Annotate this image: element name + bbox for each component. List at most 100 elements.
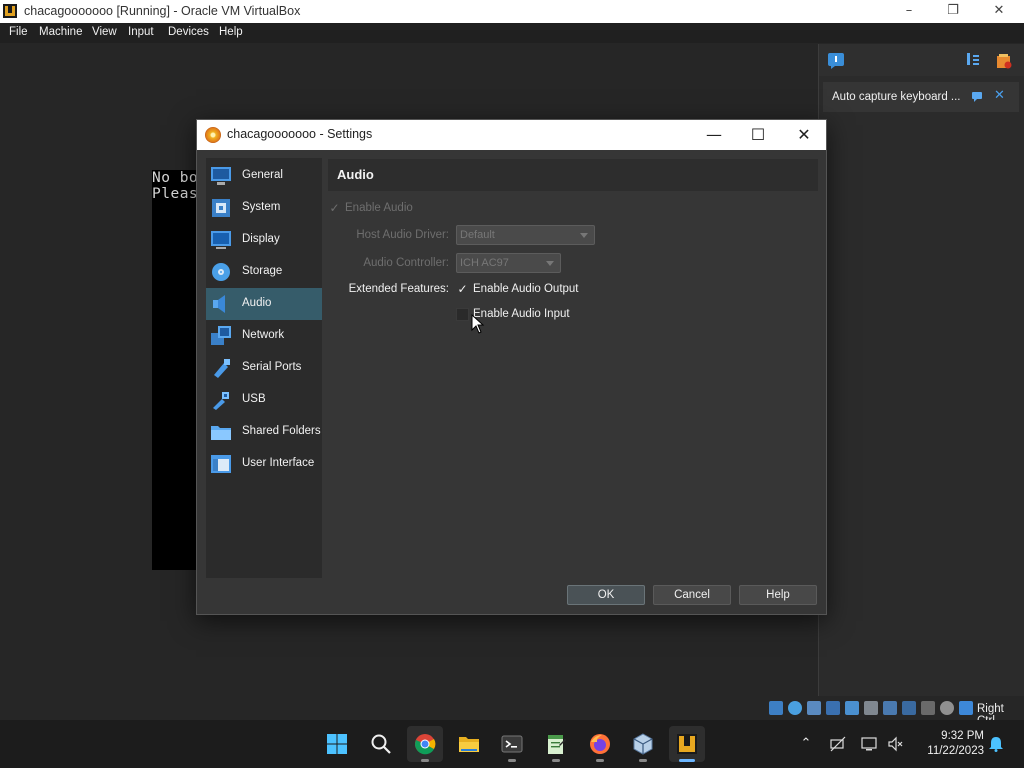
forget-notification-icon[interactable]: [971, 91, 983, 103]
host-audio-driver-label: Host Audio Driver:: [356, 229, 449, 241]
chrome-icon: [415, 734, 436, 755]
shared-folders-status-icon[interactable]: [864, 701, 878, 715]
settings-nav: General System Display Storage Audio Net…: [206, 158, 322, 578]
user-interface-icon: [211, 455, 231, 473]
host-key-icon[interactable]: [959, 701, 973, 715]
nav-item-display[interactable]: Display: [206, 224, 322, 256]
nav-item-usb[interactable]: USB: [206, 384, 322, 416]
clear-notifications-icon[interactable]: [995, 52, 1013, 70]
taskbar-notepad[interactable]: [538, 726, 574, 762]
nav-item-general[interactable]: General: [206, 160, 322, 192]
menu-devices[interactable]: Devices: [168, 26, 209, 38]
running-indicator: [639, 759, 647, 762]
enable-audio-input-checkbox[interactable]: [456, 308, 469, 321]
show-hidden-icons-chevron-icon[interactable]: ⌃: [798, 736, 814, 752]
general-icon: [211, 167, 231, 185]
menu-help[interactable]: Help: [219, 26, 243, 38]
section-header: Audio: [328, 159, 818, 191]
nav-item-storage[interactable]: Storage: [206, 256, 322, 288]
mouse-pointer-icon: [471, 314, 485, 334]
windows-start-icon: [327, 734, 347, 754]
folder-icon: [459, 737, 479, 752]
notification-text: Auto capture keyboard ...: [832, 91, 961, 103]
virtualbox-app-icon: [3, 4, 17, 18]
display-icon: [211, 231, 231, 249]
search-button[interactable]: [363, 726, 399, 762]
running-indicator: [596, 759, 604, 762]
optical-drive-icon[interactable]: [788, 701, 802, 715]
taskbar-virtualbox-vm[interactable]: [669, 726, 705, 762]
usb-status-icon[interactable]: [845, 701, 859, 715]
audio-controller-label: Audio Controller:: [363, 257, 449, 269]
taskbar-terminal[interactable]: [494, 726, 530, 762]
dialog-maximize-button[interactable]: ☐: [738, 124, 778, 146]
menu-view[interactable]: View: [92, 26, 117, 38]
audio-icon: [213, 295, 225, 313]
running-indicator: [552, 759, 560, 762]
minimize-button[interactable]: –: [886, 2, 932, 22]
storage-icon: [212, 263, 230, 281]
usb-icon: [213, 392, 229, 410]
nav-item-network[interactable]: Network: [206, 320, 322, 352]
sort-icon[interactable]: [965, 52, 981, 68]
nav-item-audio[interactable]: Audio: [206, 288, 322, 320]
start-button[interactable]: [319, 726, 355, 762]
vm-screen-line: No bo: [152, 170, 199, 186]
menu-file[interactable]: File: [9, 26, 28, 38]
restore-button[interactable]: ❐: [930, 2, 976, 22]
vm-settings-icon: [205, 127, 221, 143]
host-audio-driver-combo[interactable]: Default: [456, 225, 595, 245]
notification-icon[interactable]: [827, 52, 845, 70]
close-button[interactable]: ✕: [976, 2, 1022, 22]
network-off-icon[interactable]: [830, 736, 846, 752]
chevron-down-icon: [546, 261, 554, 266]
virtualbox-vm-icon: [677, 734, 697, 754]
notification-bell-icon[interactable]: [988, 736, 1004, 752]
dialog-minimize-button[interactable]: —: [694, 124, 734, 146]
menu-bar: File Machine View Input Devices Help: [0, 23, 1024, 43]
vm-window-titlebar: chacagooooooo [Running] - Oracle VM Virt…: [0, 0, 1024, 23]
menu-machine[interactable]: Machine: [39, 26, 82, 38]
hard-disk-icon[interactable]: [769, 701, 783, 715]
enable-audio-output-checkbox[interactable]: ✓: [456, 283, 469, 296]
volume-muted-icon[interactable]: [887, 736, 903, 752]
nav-item-system[interactable]: System: [206, 192, 322, 224]
vm-statusbar: Right Ctrl: [0, 698, 1024, 727]
search-icon: [371, 734, 391, 754]
cancel-button[interactable]: Cancel: [653, 585, 731, 605]
enable-audio-checkbox[interactable]: ✓: [328, 202, 341, 215]
system-icon: [212, 199, 230, 217]
enable-audio-output-label: Enable Audio Output: [473, 283, 579, 295]
display-tray-icon[interactable]: [861, 736, 877, 752]
clock-date: 11/22/2023: [927, 745, 984, 757]
enable-audio-input-label: Enable Audio Input: [473, 308, 570, 320]
audio-status-icon[interactable]: [807, 701, 821, 715]
network-status-icon[interactable]: [826, 701, 840, 715]
ok-button[interactable]: OK: [567, 585, 645, 605]
cpu-status-icon[interactable]: [921, 701, 935, 715]
taskbar-file-explorer[interactable]: [451, 726, 487, 762]
taskbar-chrome[interactable]: [407, 726, 443, 762]
notification-toolbar: [819, 44, 1024, 76]
network-icon: [211, 326, 231, 345]
menu-input[interactable]: Input: [128, 26, 154, 38]
settings-dialog-titlebar: chacagooooooo - Settings — ☐ ✕: [197, 120, 826, 150]
display-status-icon[interactable]: [883, 701, 897, 715]
mouse-integration-icon[interactable]: [940, 701, 954, 715]
running-indicator: [508, 759, 516, 762]
clock-time: 9:32 PM: [941, 730, 984, 742]
taskbar-virtualbox-manager[interactable]: [625, 726, 661, 762]
nav-item-user-interface[interactable]: User Interface: [206, 448, 322, 480]
help-button[interactable]: Help: [739, 585, 817, 605]
section-title: Audio: [337, 167, 374, 182]
taskbar-clock[interactable]: 9:32 PM 11/22/2023: [918, 729, 984, 759]
nav-item-shared-folders[interactable]: Shared Folders: [206, 416, 322, 448]
taskbar-firefox[interactable]: [582, 726, 618, 762]
nav-item-serial-ports[interactable]: Serial Ports: [206, 352, 322, 384]
extended-features-label: Extended Features:: [348, 283, 449, 295]
recording-status-icon[interactable]: [902, 701, 916, 715]
dialog-close-button[interactable]: ✕: [784, 124, 824, 146]
audio-controller-combo[interactable]: ICH AC97: [456, 253, 561, 273]
notification-item[interactable]: Auto capture keyboard ... ✕: [823, 82, 1019, 112]
close-notification-icon[interactable]: ✕: [994, 88, 1005, 103]
